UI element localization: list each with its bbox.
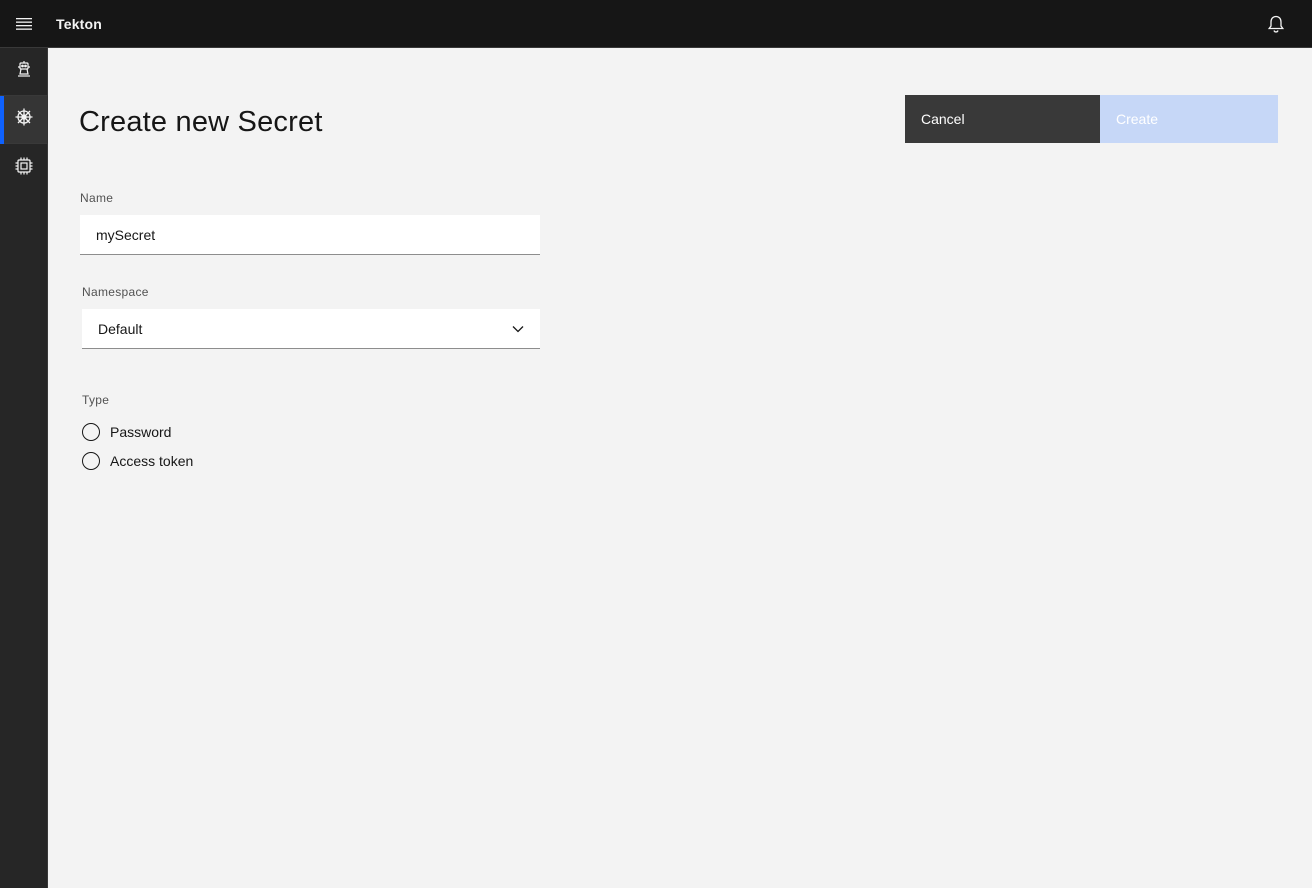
bell-icon[interactable] (1264, 12, 1288, 36)
name-input[interactable] (80, 215, 540, 255)
chip-icon (14, 156, 34, 181)
namespace-label: Namespace (82, 285, 149, 299)
app-title[interactable]: Tekton (56, 16, 102, 32)
name-label: Name (80, 191, 114, 205)
main-content: Create new Secret Cancel Create Name Nam… (48, 48, 1312, 888)
radio-access-token[interactable]: Access token (82, 452, 193, 470)
helm-wheel-icon (14, 107, 34, 132)
namespace-dropdown[interactable]: Default (82, 309, 540, 349)
create-button[interactable]: Create (1100, 95, 1278, 143)
top-header: Tekton (0, 0, 1312, 48)
side-navigation (0, 48, 48, 888)
cancel-button[interactable]: Cancel (905, 95, 1100, 143)
sidenav-item-robot[interactable] (0, 48, 48, 96)
sidenav-item-helm[interactable] (0, 96, 48, 144)
radio-button[interactable] (82, 423, 100, 441)
sidenav-item-chip[interactable] (0, 144, 48, 192)
chevron-down-icon (512, 320, 524, 338)
hamburger-menu-icon[interactable] (0, 0, 48, 48)
namespace-selected-value: Default (98, 320, 143, 337)
radio-button[interactable] (82, 452, 100, 470)
radio-label-password: Password (110, 424, 172, 440)
radio-label-access-token: Access token (110, 453, 194, 469)
radio-password[interactable]: Password (82, 423, 171, 441)
robot-icon (14, 59, 34, 84)
type-label: Type (82, 393, 110, 407)
page-title: Create new Secret (79, 106, 323, 138)
